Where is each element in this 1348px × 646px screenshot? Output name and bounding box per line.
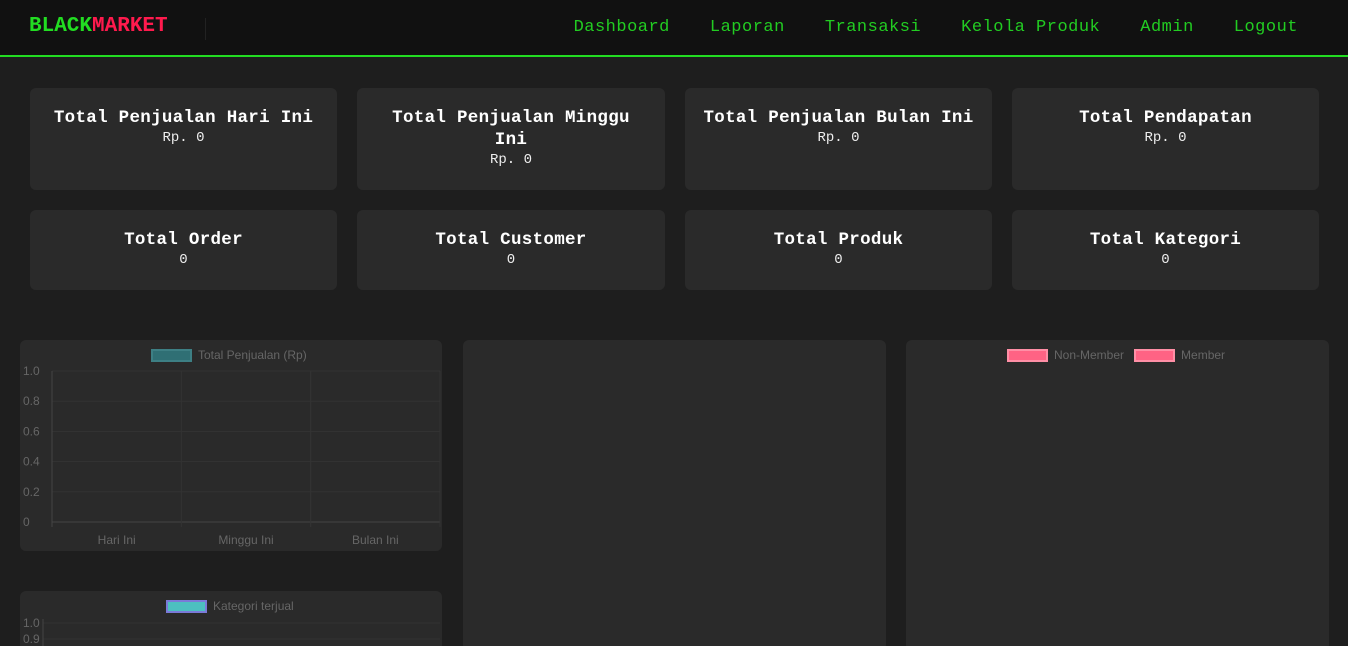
y-tick-label: 1.0 <box>23 364 40 378</box>
sales-chart-panel: Total Penjualan (Rp) 1.0 0.8 0.6 0.4 0.2 0 Har… <box>20 340 442 551</box>
brand-part-market: MARKET <box>92 15 168 38</box>
y-tick-label: 1.0 <box>23 616 40 630</box>
legend-swatch-non-member[interactable] <box>1007 348 1048 362</box>
brand-part-black: BLACK <box>29 15 93 38</box>
card-value: Rp. 0 <box>162 130 205 146</box>
card-total-produk: Total Produk 0 <box>685 210 992 290</box>
card-value: 0 <box>179 252 188 268</box>
card-value: Rp. 0 <box>489 152 532 168</box>
member-chart-panel: Non-Member Member <box>906 340 1329 646</box>
member-chart-legend: Non-Member Member <box>1007 348 1225 362</box>
card-sales-week: Total Penjualan Minggu Ini Rp. 0 <box>357 88 665 190</box>
nav-links: Dashboard Laporan Transaksi Kelola Produ… <box>574 18 1298 37</box>
nav-admin[interactable]: Admin <box>1140 18 1194 37</box>
y-tick-label: 0.2 <box>23 485 40 499</box>
brand-logo[interactable]: BLACKMARKET <box>29 15 168 38</box>
legend-label-member[interactable]: Member <box>1181 348 1225 362</box>
nav-transaksi[interactable]: Transaksi <box>825 18 921 37</box>
x-tick-label: Minggu Ini <box>218 533 273 547</box>
legend-swatch-member[interactable] <box>1134 348 1176 362</box>
card-title: Total Penjualan Bulan Ini <box>703 108 974 128</box>
card-title: Total Customer <box>435 230 587 250</box>
card-title: Total Penjualan Hari Ini <box>53 108 314 128</box>
card-value: Rp. 0 <box>1144 130 1187 146</box>
brand-divider <box>205 18 206 40</box>
category-chart: 1.00.9 <box>23 616 440 646</box>
y-tick-label: 0.6 <box>23 424 40 438</box>
y-tick-label: 0.4 <box>23 455 40 469</box>
card-sales-month: Total Penjualan Bulan Ini Rp. 0 <box>685 88 992 190</box>
card-value: 0 <box>1161 252 1170 268</box>
y-tick-label: 0 <box>23 515 30 529</box>
card-sales-today: Total Penjualan Hari Ini Rp. 0 <box>30 88 337 190</box>
card-value: 0 <box>834 252 843 268</box>
card-title: Total Kategori <box>1089 230 1242 250</box>
empty-chart-panel <box>463 340 886 646</box>
nav-dashboard[interactable]: Dashboard <box>574 18 670 37</box>
y-tick-label: 0.9 <box>23 632 40 646</box>
card-total-order: Total Order 0 <box>30 210 337 290</box>
nav-laporan[interactable]: Laporan <box>710 18 785 37</box>
card-title: Total Penjualan Minggu Ini <box>392 108 630 150</box>
card-total-revenue: Total Pendapatan Rp. 0 <box>1012 88 1319 190</box>
nav-kelola-produk[interactable]: Kelola Produk <box>961 18 1100 37</box>
navbar: BLACKMARKET Dashboard Laporan Transaksi … <box>0 0 1348 57</box>
card-total-kategori: Total Kategori 0 <box>1012 210 1319 290</box>
nav-logout[interactable]: Logout <box>1234 18 1298 37</box>
card-title: Total Order <box>124 230 243 250</box>
card-value: Rp. 0 <box>817 130 860 146</box>
card-total-customer: Total Customer 0 <box>357 210 665 290</box>
legend-label-non-member[interactable]: Non-Member <box>1054 348 1124 362</box>
sales-chart: 1.0 0.8 0.6 0.4 0.2 0 Hari Ini Minggu Ini Bulan … <box>23 364 441 547</box>
y-tick-label: 0.8 <box>23 394 40 408</box>
card-title: Total Produk <box>773 230 904 250</box>
x-tick-label: Hari Ini <box>98 533 136 547</box>
category-chart-panel: Kategori terjual 1.0 0.9 <box>20 591 442 646</box>
x-tick-label: Bulan Ini <box>352 533 399 547</box>
card-title: Total Pendapatan <box>1079 108 1252 128</box>
card-value: 0 <box>506 252 516 268</box>
